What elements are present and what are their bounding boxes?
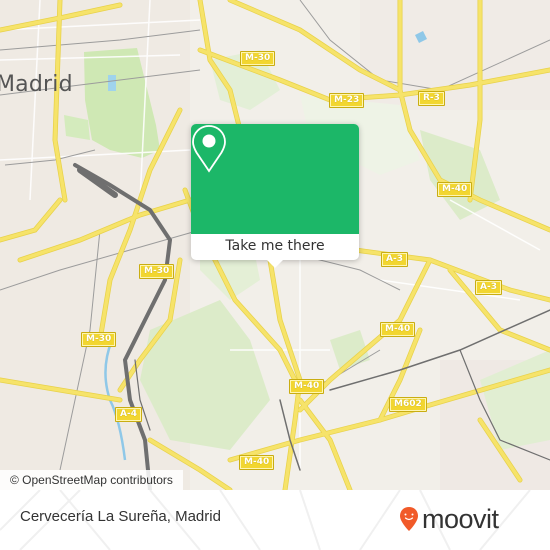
popup-pointer (267, 260, 283, 268)
map-pin-icon (192, 125, 226, 173)
moovit-logo[interactable]: moovit (399, 503, 499, 535)
road-shield-m40: M-40 (437, 182, 473, 197)
road-shield-m40: M-40 (239, 455, 275, 470)
location-popup: Take me there (191, 124, 359, 268)
footer-bar: Cervecería La Sureña, Madrid moovit (0, 490, 550, 550)
popup-header (191, 124, 359, 234)
brand-name: moovit (422, 503, 499, 534)
road-shield-r3: R-3 (418, 91, 445, 106)
road-shield-m602: M602 (389, 397, 427, 412)
city-label: Madrid (0, 72, 73, 97)
road-shield-m40: M-40 (289, 379, 325, 394)
take-me-there-button[interactable]: Take me there (191, 234, 359, 260)
road-shield-a4: A-4 (115, 407, 142, 422)
moovit-pin-icon (400, 507, 418, 531)
road-shield-m30: M-30 (81, 332, 117, 347)
road-shield-a3: A-3 (475, 280, 502, 295)
osm-attribution[interactable]: © OpenStreetMap contributors (0, 470, 183, 490)
road-shield-m30: M-30 (240, 51, 276, 66)
map-view[interactable]: Madrid M-30 M-23 R-3 M-40 A-3 A-3 M-30 M… (0, 0, 550, 490)
road-shield-m23: M-23 (329, 93, 365, 108)
road-shield-m40: M-40 (380, 322, 416, 337)
road-shield-a3: A-3 (381, 252, 408, 267)
road-shield-m30: M-30 (139, 264, 175, 279)
place-name: Cervecería La Sureña, Madrid (20, 508, 221, 525)
